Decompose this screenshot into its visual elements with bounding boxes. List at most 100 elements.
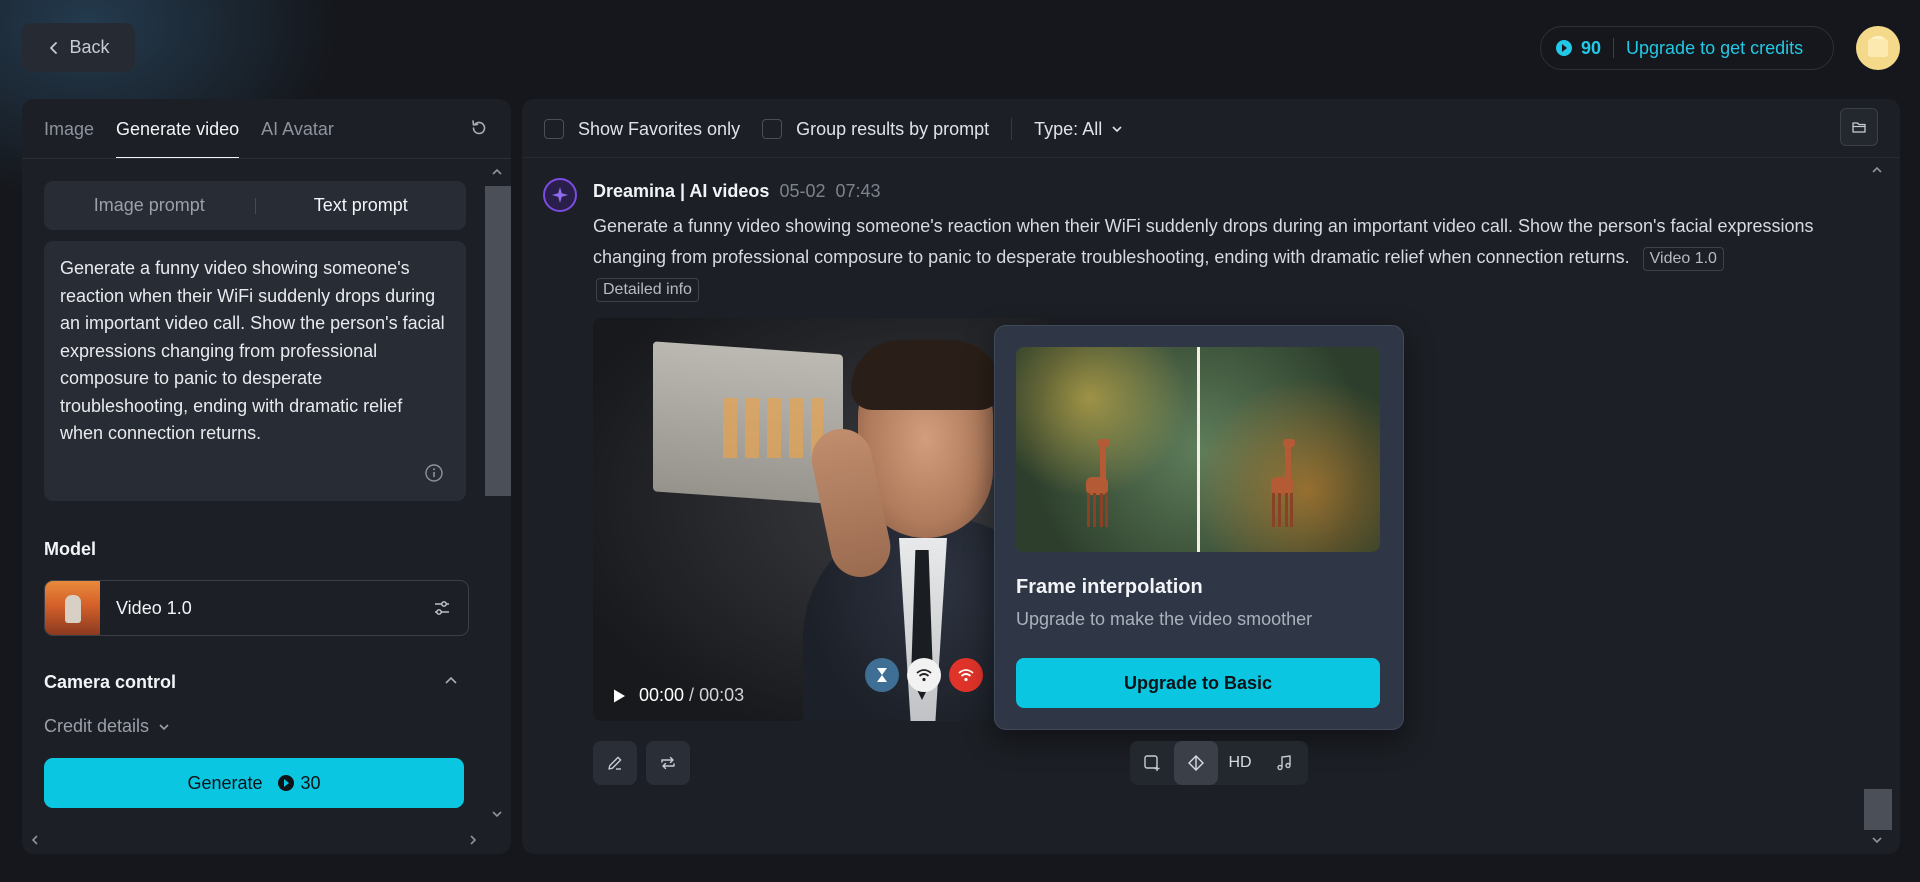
video-enhance-toolbar: HD (1130, 741, 1308, 785)
frame-interpolation-popup: Frame interpolation Upgrade to make the … (994, 325, 1404, 730)
reset-icon[interactable] (469, 118, 489, 138)
credits-box[interactable]: 90 Upgrade to get credits (1540, 26, 1834, 70)
folder-button[interactable] (1840, 108, 1878, 146)
comparison-divider (1197, 347, 1200, 552)
group-checkbox[interactable] (762, 119, 783, 139)
type-label: Type: All (1034, 118, 1103, 139)
favorites-checkbox[interactable] (544, 119, 564, 139)
interpolation-icon (1188, 755, 1204, 771)
popup-title: Frame interpolation (1016, 576, 1203, 598)
scroll-down-icon[interactable] (1870, 833, 1884, 847)
image-prompt-option[interactable]: Image prompt (44, 195, 255, 216)
credits-divider (1613, 38, 1615, 58)
video-time-separator: / (684, 685, 700, 705)
repeat-icon (661, 756, 675, 770)
play-icon[interactable] (611, 688, 627, 704)
chevron-down-icon (1112, 126, 1122, 133)
video-current-time: 00:00 (639, 685, 685, 705)
results-scrollbar-thumb[interactable] (1864, 789, 1892, 830)
music-note-icon (1277, 755, 1291, 771)
scroll-down-icon[interactable] (490, 807, 504, 821)
video-hair (851, 340, 1001, 410)
extend-button[interactable] (1130, 741, 1174, 785)
credit-coin-icon (277, 775, 294, 791)
chevron-down-icon (159, 723, 169, 730)
interpolation-preview-image (1016, 347, 1380, 552)
message-author: Dreamina | AI videos (593, 181, 770, 201)
add-frame-icon (1144, 755, 1160, 771)
popup-subtitle: Upgrade to make the video smoother (1016, 609, 1313, 629)
group-filter[interactable]: Group results by prompt (762, 119, 989, 140)
video-player[interactable]: 00:00 / 00:03 (593, 318, 1049, 721)
credit-details-toggle[interactable]: Credit details (44, 716, 171, 737)
model-thumbnail (45, 581, 100, 635)
generate-label: Generate (187, 772, 263, 793)
hourglass-icon (865, 658, 899, 692)
message-prompt: Generate a funny video showing someone's… (593, 211, 1883, 304)
model-name: Video 1.0 (116, 597, 192, 618)
video-badges (865, 658, 983, 692)
left-scrollbar-thumb[interactable] (485, 186, 511, 496)
upgrade-to-basic-button[interactable]: Upgrade to Basic (1016, 658, 1380, 708)
video-controls: 00:00 / 00:03 (611, 685, 744, 706)
prompt-text: Generate a funny video showing someone's… (60, 258, 445, 443)
message-date: 05-02 (779, 181, 826, 201)
back-button[interactable]: Back (22, 23, 135, 72)
giraffe-figure-right (1271, 439, 1295, 527)
wifi-lost-icon (949, 658, 983, 692)
results-panel: Show Favorites only Group results by pro… (522, 99, 1900, 854)
camera-control-heading[interactable]: Camera control (44, 672, 176, 693)
credit-details-label: Credit details (44, 716, 150, 736)
generate-button[interactable]: Generate 30 (44, 758, 464, 808)
frame-interpolation-button[interactable] (1174, 741, 1218, 785)
detailed-info-tag[interactable]: Detailed info (596, 278, 699, 302)
scroll-up-icon[interactable] (490, 165, 504, 179)
favorites-filter[interactable]: Show Favorites only (544, 119, 740, 140)
chevron-left-icon (50, 41, 58, 54)
folder-icon (1852, 122, 1866, 133)
music-button[interactable] (1262, 741, 1306, 785)
type-dropdown[interactable]: Type: All (1034, 119, 1124, 140)
message-header: Dreamina | AI videos 05-02 07:43 (593, 181, 881, 202)
sliders-icon[interactable] (432, 598, 452, 618)
video-sticky-notes (723, 398, 823, 458)
regenerate-button[interactable] (646, 741, 690, 785)
info-icon[interactable] (424, 463, 444, 483)
pencil-icon (608, 756, 622, 770)
favorites-label: Show Favorites only (578, 118, 741, 139)
filter-divider (1011, 118, 1013, 140)
prompt-mode-switch: Image prompt Text prompt (44, 181, 466, 230)
wifi-icon (907, 658, 941, 692)
model-selector[interactable]: Video 1.0 (44, 580, 469, 636)
message-time: 07:43 (835, 181, 881, 201)
video-total-time: 00:03 (699, 685, 745, 705)
group-label: Group results by prompt (796, 118, 990, 139)
model-heading: Model (44, 539, 96, 559)
chevron-up-icon[interactable] (443, 673, 459, 689)
generate-cost: 30 (300, 772, 321, 793)
scroll-up-icon[interactable] (1870, 163, 1884, 177)
credits-count: 90 (1581, 37, 1602, 58)
giraffe-figure-left (1086, 439, 1110, 527)
back-label: Back (69, 37, 110, 57)
hd-button[interactable]: HD (1218, 741, 1262, 785)
prompt-textarea[interactable]: Generate a funny video showing someone's… (44, 241, 466, 501)
credit-coin-icon (1556, 40, 1572, 56)
scroll-left-icon[interactable] (28, 833, 42, 847)
scroll-right-icon[interactable] (466, 833, 480, 847)
upgrade-credits-link[interactable]: Upgrade to get credits (1626, 38, 1803, 59)
tab-image[interactable]: Image (44, 119, 94, 159)
tab-generate-video[interactable]: Generate video (116, 119, 240, 159)
sparkle-icon (552, 187, 568, 203)
left-panel: Image Generate video AI Avatar Image pro… (22, 99, 511, 854)
mode-tabs: Image Generate video AI Avatar (44, 119, 334, 159)
filter-bar: Show Favorites only Group results by pro… (544, 118, 1124, 140)
edit-button[interactable] (593, 741, 637, 785)
message-text: Generate a funny video showing someone's… (593, 216, 1814, 267)
user-avatar[interactable] (1856, 26, 1900, 70)
filter-divider-line (522, 157, 1900, 158)
tab-ai-avatar[interactable]: AI Avatar (261, 119, 334, 159)
model-tag[interactable]: Video 1.0 (1642, 247, 1724, 271)
dreamina-avatar (543, 178, 577, 212)
text-prompt-option[interactable]: Text prompt (256, 195, 467, 216)
